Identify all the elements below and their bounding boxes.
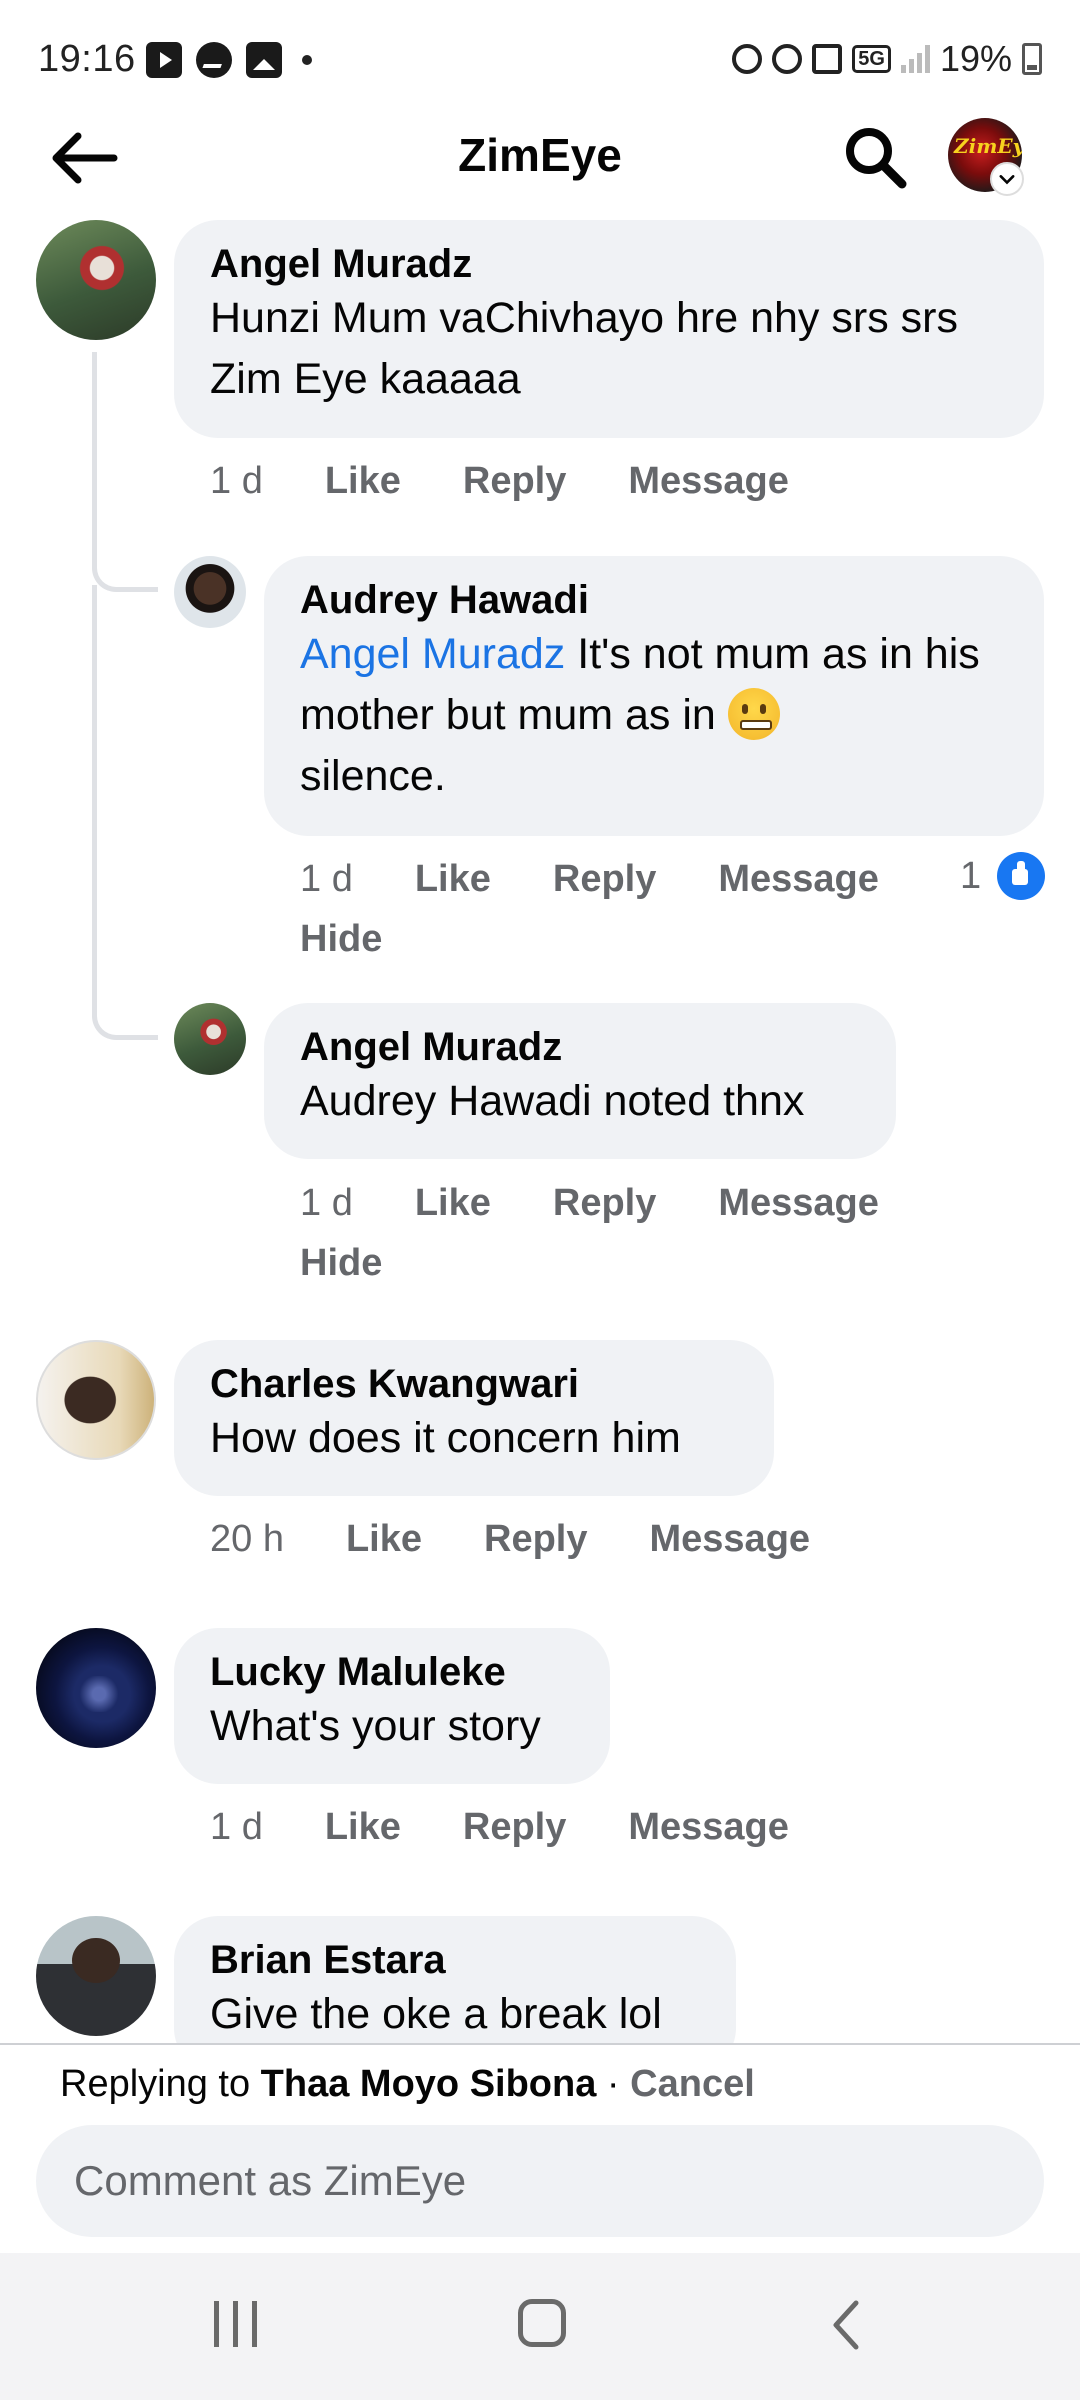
avatar[interactable] [36, 1628, 156, 1748]
reaction-count: 1 [960, 854, 982, 897]
replying-target: Thaa Moyo Sibona [260, 2063, 597, 2105]
comment-author[interactable]: Audrey Hawadi [300, 576, 1008, 624]
comment-text: What's your story [210, 1702, 541, 1750]
reaction-summary[interactable]: 1 [960, 852, 1046, 900]
page-title: ZimEye [458, 129, 622, 181]
comment-time[interactable]: 1 d [210, 460, 263, 503]
system-nav-bar [0, 2253, 1080, 2400]
lock-icon [732, 44, 763, 74]
reply-button[interactable]: Reply [463, 460, 566, 503]
message-button[interactable]: Message [718, 1182, 879, 1225]
comment-text: Angel Muradz It's not mum as in his moth… [300, 624, 1008, 807]
comment-text-end: silence. [300, 752, 446, 800]
like-button[interactable]: Like [325, 1806, 401, 1849]
message-button[interactable]: Message [628, 1806, 789, 1849]
comment-actions: 1 d Like Reply Message [210, 460, 789, 503]
signal-icon [900, 45, 930, 73]
comment-text: Audrey Hawadi noted thnx [300, 1077, 805, 1125]
more-notifications-dot-icon [302, 55, 312, 65]
comment-bubble: Lucky Maluleke What's your story [174, 1628, 610, 1784]
home-icon[interactable] [518, 2299, 566, 2347]
comment-bubble: Angel Muradz Audrey Hawadi noted thnx [264, 1003, 896, 1159]
thumbs-up-icon [997, 852, 1046, 900]
comment-input[interactable] [36, 2125, 1044, 2237]
notification-icons [146, 42, 312, 78]
zipper-mouth-emoji-icon [727, 687, 780, 740]
avatar[interactable] [36, 220, 156, 340]
comment-bubble: Angel Muradz Hunzi Mum vaChivhayo hre nh… [174, 220, 1044, 438]
like-button[interactable]: Like [346, 1518, 422, 1561]
comment-time[interactable]: 1 d [300, 858, 353, 901]
comment-bubble: Charles Kwangwari How does it concern hi… [174, 1340, 774, 1496]
thread-connector [92, 585, 158, 1040]
gallery-icon [246, 42, 282, 78]
like-button[interactable]: Like [415, 1182, 491, 1225]
back-icon[interactable] [826, 2297, 866, 2353]
page-avatar-logo: ZimEye [954, 134, 1022, 158]
comment-author[interactable]: Lucky Maluleke [210, 1648, 574, 1696]
reply-button[interactable]: Reply [553, 1182, 656, 1225]
comment-author[interactable]: Charles Kwangwari [210, 1360, 738, 1408]
youtube-icon [146, 42, 182, 78]
replying-separator: · [596, 2063, 631, 2105]
avatar[interactable] [36, 1916, 156, 2036]
comment-author[interactable]: Brian Estara [210, 1936, 700, 1984]
battery-percent: 19% [939, 38, 1012, 79]
network-type: 5G [852, 45, 891, 73]
comment-time[interactable]: 1 d [300, 1182, 353, 1225]
reply-button[interactable]: Reply [553, 858, 656, 901]
search-icon[interactable] [842, 124, 908, 190]
comment-actions: 1 d Like Reply Message [300, 1182, 879, 1225]
hide-button[interactable]: Hide [300, 918, 382, 961]
reply-button[interactable]: Reply [463, 1806, 566, 1849]
comment-bubble: Audrey Hawadi Angel Muradz It's not mum … [264, 556, 1044, 836]
like-button[interactable]: Like [415, 858, 491, 901]
status-bar: 19:16 5G 19% [0, 0, 1080, 120]
comment-time[interactable]: 20 h [210, 1518, 284, 1561]
comment-actions: 1 d Like Reply Message [210, 1806, 789, 1849]
comment-author[interactable]: Angel Muradz [300, 1023, 860, 1071]
comment-text: Give the oke a break lol [210, 1990, 662, 2038]
comment-actions: 1 d Like Reply Message [300, 858, 879, 901]
battery-icon [1022, 43, 1042, 75]
chevron-down-icon[interactable] [990, 162, 1024, 196]
hide-button[interactable]: Hide [300, 1242, 382, 1285]
mention-link[interactable]: Angel Muradz [300, 630, 565, 678]
replying-to-label: Replying to Thaa Moyo Sibona · Cancel [60, 2063, 755, 2106]
comment-composer: Replying to Thaa Moyo Sibona · Cancel [0, 2043, 1080, 2253]
app-header: ZimEye ZimEye [0, 110, 1080, 202]
avatar[interactable] [174, 556, 246, 628]
mute-icon [812, 44, 843, 74]
comment-text: How does it concern him [210, 1414, 681, 1462]
replying-prefix: Replying to [60, 2063, 261, 2105]
message-button[interactable]: Message [628, 460, 789, 503]
comment-author[interactable]: Angel Muradz [210, 240, 1008, 288]
message-button[interactable]: Message [718, 858, 879, 901]
comment-time[interactable]: 1 d [210, 1806, 263, 1849]
comment-text: Hunzi Mum vaChivhayo hre nhy srs srs Zim… [210, 294, 958, 403]
message-button[interactable]: Message [650, 1518, 811, 1561]
alarm-icon [772, 44, 803, 74]
comment-actions: 20 h Like Reply Message [210, 1518, 810, 1561]
thread-connector [92, 352, 158, 592]
like-button[interactable]: Like [325, 460, 401, 503]
reply-button[interactable]: Reply [484, 1518, 587, 1561]
cancel-reply-button[interactable]: Cancel [630, 2063, 755, 2105]
avatar[interactable] [36, 1340, 156, 1460]
recents-icon[interactable] [214, 2301, 264, 2347]
status-time: 19:16 [38, 38, 136, 80]
messenger-icon [196, 42, 232, 78]
system-icons: 5G 19% [732, 38, 1042, 80]
avatar[interactable] [174, 1003, 246, 1075]
